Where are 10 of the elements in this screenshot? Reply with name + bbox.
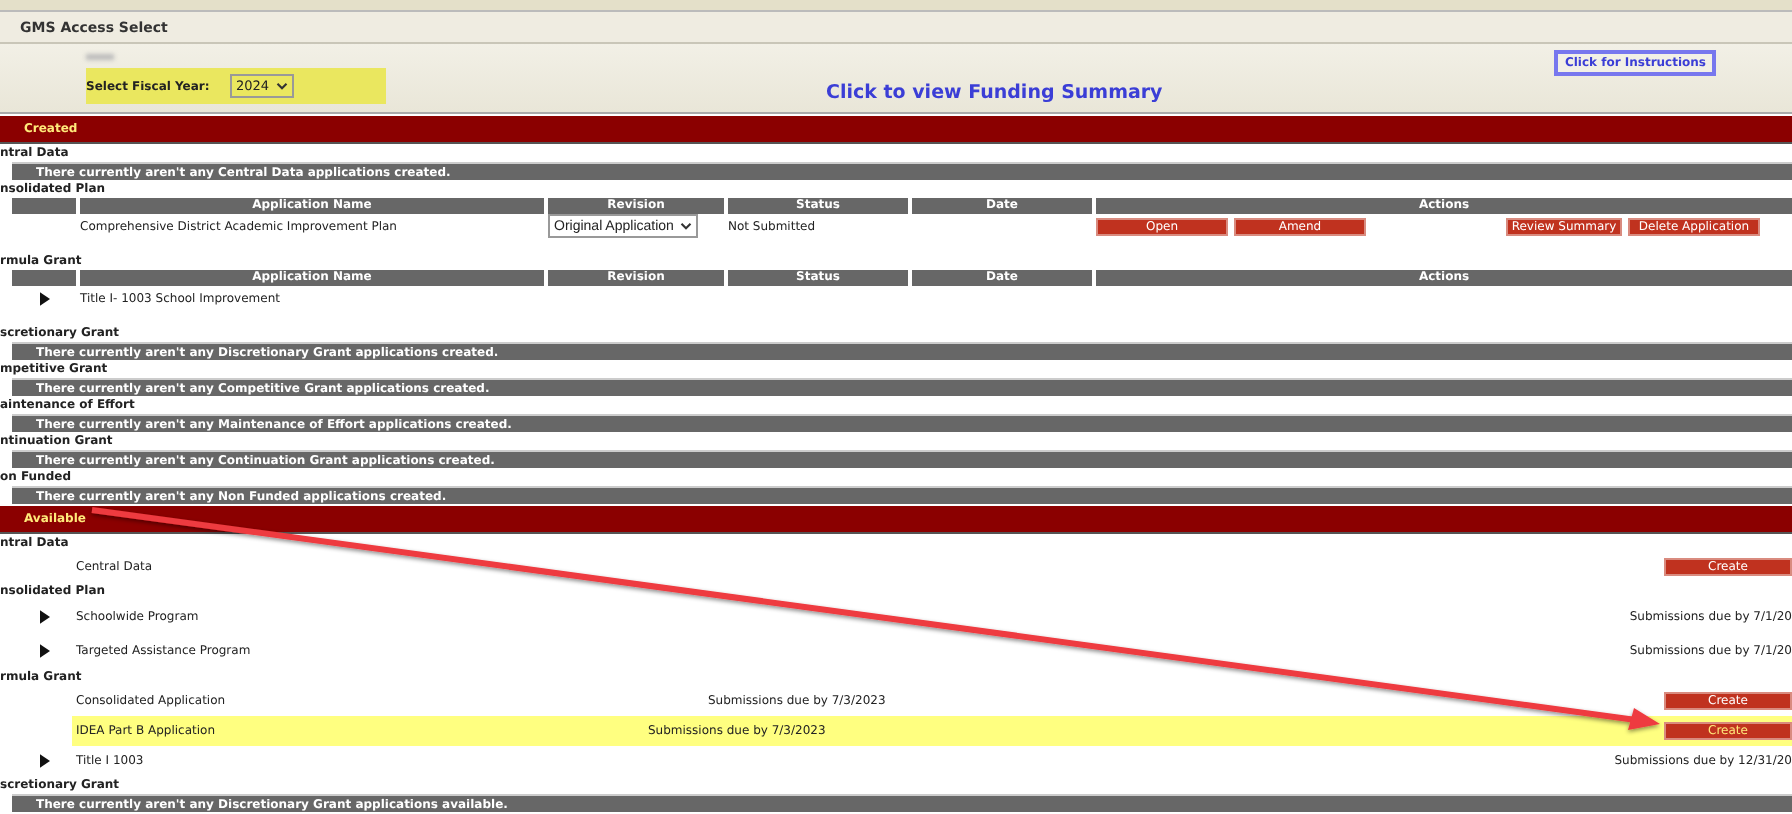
caret-icon	[679, 222, 692, 230]
redacted-mark	[86, 54, 114, 60]
column-header	[12, 270, 76, 286]
expand-icon[interactable]	[39, 610, 49, 624]
expand-icon[interactable]	[39, 644, 49, 658]
expand-icon[interactable]	[39, 291, 49, 305]
funding-summary-link[interactable]: Click to view Funding Summary	[826, 81, 1163, 103]
expand-icon[interactable]	[39, 754, 49, 768]
caret-icon	[275, 82, 288, 90]
column-header	[12, 198, 76, 214]
